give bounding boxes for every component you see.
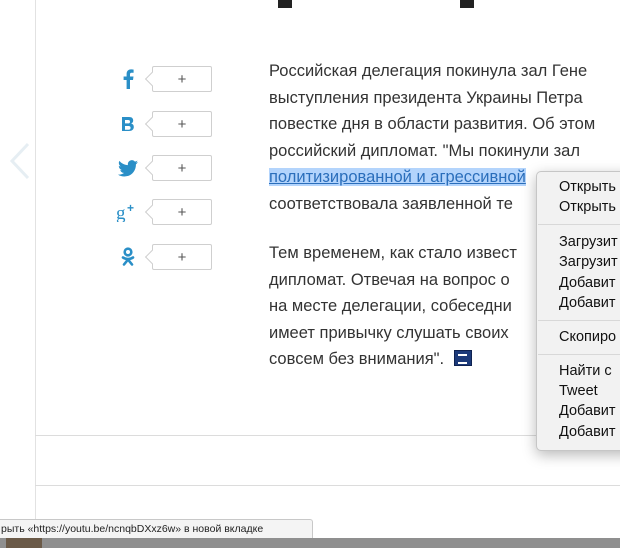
ok-icon[interactable] [116, 243, 140, 271]
share-count-label: + [177, 203, 187, 221]
facebook-icon[interactable] [116, 65, 140, 93]
share-count-label: + [177, 248, 187, 266]
context-menu-item[interactable]: Скопиро [559, 327, 616, 347]
context-menu-item[interactable]: Добавит [559, 293, 616, 313]
prev-article-arrow-icon[interactable] [8, 142, 34, 180]
context-menu-item[interactable]: Найти с [559, 361, 612, 381]
share-facebook[interactable]: + [116, 65, 212, 93]
share-googleplus[interactable]: g + + [116, 198, 212, 226]
link-status-bar: рыть «https://youtu.be/ncnqbDXxz6w» в но… [0, 519, 313, 538]
context-menu-item[interactable]: Добавит [559, 401, 616, 421]
share-count[interactable]: + [152, 111, 212, 137]
article-line: российский дипломат. "Мы покинули зал [269, 141, 580, 160]
share-odnoklassniki[interactable]: + [116, 243, 212, 271]
google-plus-icon[interactable]: g + [116, 198, 140, 226]
share-count[interactable]: + [152, 244, 212, 270]
context-menu-item[interactable]: Открыть [559, 197, 616, 217]
svg-text:g: g [116, 203, 126, 222]
context-menu-item[interactable]: Загрузит [559, 252, 618, 272]
taskbar-thumbnail[interactable] [6, 538, 42, 548]
context-menu-item[interactable]: Добавит [559, 422, 616, 442]
context-menu-item[interactable]: Добавит [559, 273, 616, 293]
context-menu-item[interactable]: Открыть [559, 177, 616, 197]
title-glyph-fragments [278, 0, 474, 8]
article-line-text: совсем без внимания". [269, 350, 445, 368]
share-count[interactable]: + [152, 199, 212, 225]
svg-text:+: + [127, 202, 134, 215]
content-divider [35, 435, 620, 436]
share-count[interactable]: + [152, 155, 212, 181]
source-logo-icon[interactable] [454, 349, 473, 366]
share-count-label: + [177, 70, 187, 88]
vk-icon[interactable] [116, 110, 140, 138]
share-vkontakte[interactable]: + [116, 110, 212, 138]
context-menu-item[interactable]: Загрузит [559, 232, 618, 252]
context-menu-separator [538, 320, 620, 321]
context-menu: Открыть Открыть Загрузит Загрузит Добави… [536, 171, 620, 451]
page-left-border [35, 0, 36, 520]
article-line: Российская делегация покинула зал Гене [269, 62, 588, 80]
share-twitter[interactable]: + [116, 154, 212, 182]
share-count[interactable]: + [152, 66, 212, 92]
context-menu-separator [538, 354, 620, 355]
content-divider [35, 485, 620, 486]
article-line: повестке дня в области развития. Об этом [269, 115, 596, 133]
selected-article-link[interactable]: политизированной и агрессивной [269, 168, 526, 186]
context-menu-item[interactable]: Tweet [559, 381, 598, 401]
twitter-icon[interactable] [116, 154, 140, 182]
article-title-fragment [278, 0, 578, 8]
context-menu-separator [538, 224, 620, 225]
taskbar-strip [0, 538, 620, 548]
share-count-label: + [177, 159, 187, 177]
share-count-label: + [177, 115, 187, 133]
article-line: выступления президента Украины Петра [269, 88, 583, 107]
